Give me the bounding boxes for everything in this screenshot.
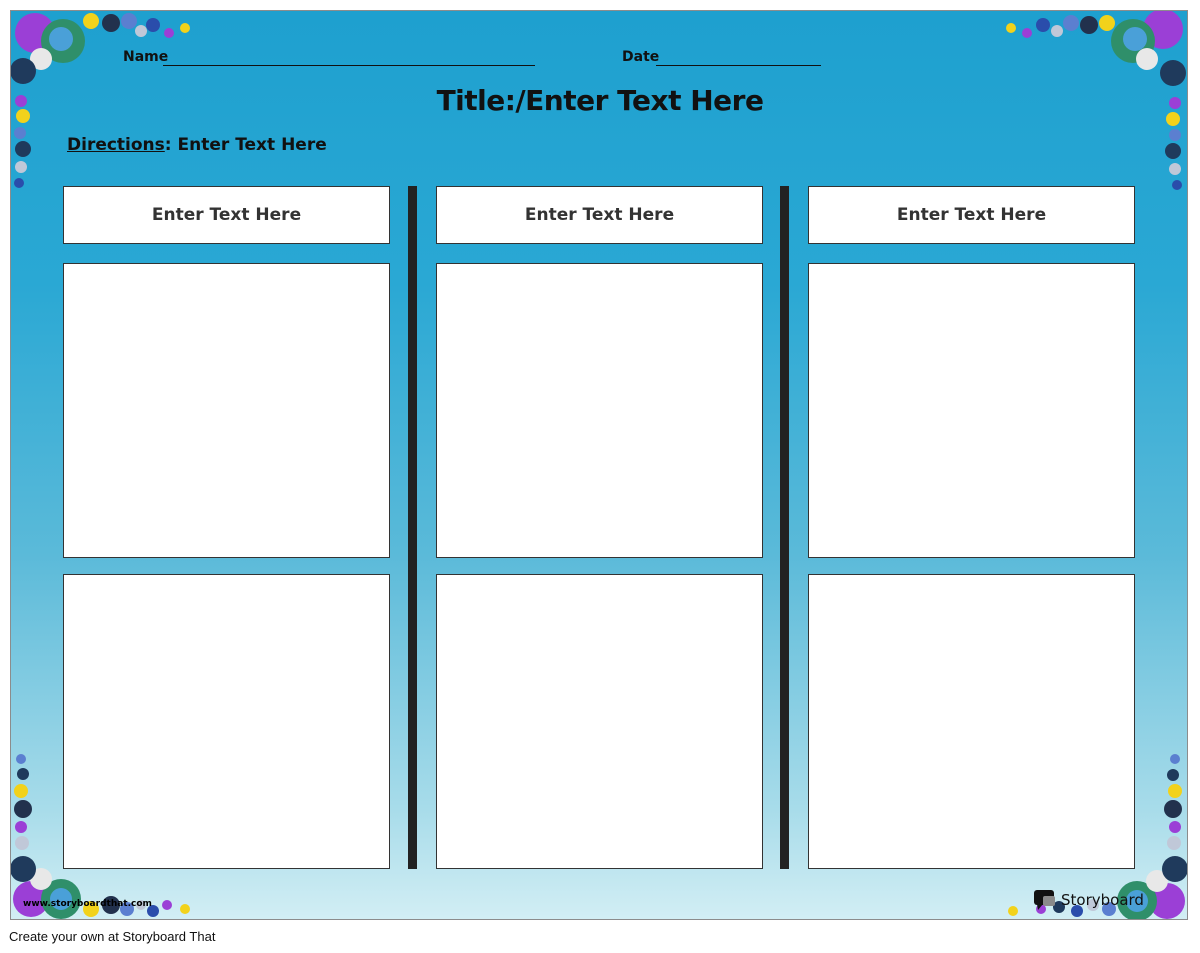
column-1-top-box[interactable] <box>63 263 390 558</box>
column-1-heading[interactable]: Enter Text Here <box>63 186 390 244</box>
storyboardthat-url[interactable]: www.storyboardthat.com <box>23 899 152 909</box>
column-1-bottom-box[interactable] <box>63 574 390 869</box>
date-label: Date <box>622 49 660 65</box>
column-divider <box>408 186 417 869</box>
name-line[interactable] <box>163 65 535 66</box>
directions-label: Directions <box>67 135 165 155</box>
column-2-top-box[interactable] <box>436 263 763 558</box>
date-line[interactable] <box>656 65 821 66</box>
speech-bubble-logo-icon <box>1034 890 1055 910</box>
storyboard-brand: Storyboard <box>1061 891 1144 909</box>
storyboard-logo[interactable]: Storyboard <box>1033 889 1144 911</box>
column-3-heading[interactable]: Enter Text Here <box>808 186 1135 244</box>
column-divider <box>780 186 789 869</box>
directions[interactable]: Directions: Enter Text Here <box>67 135 327 155</box>
column-2-heading[interactable]: Enter Text Here <box>436 186 763 244</box>
worksheet: Name Date Title:/Enter Text Here Directi… <box>10 10 1188 920</box>
column-3-bottom-box[interactable] <box>808 574 1135 869</box>
name-label: Name <box>123 49 169 65</box>
column-2-bottom-box[interactable] <box>436 574 763 869</box>
column-3-top-box[interactable] <box>808 263 1135 558</box>
create-your-own-caption[interactable]: Create your own at Storyboard That <box>9 929 215 944</box>
page-title[interactable]: Title:/Enter Text Here <box>11 84 1187 117</box>
directions-text: : Enter Text Here <box>164 135 327 155</box>
